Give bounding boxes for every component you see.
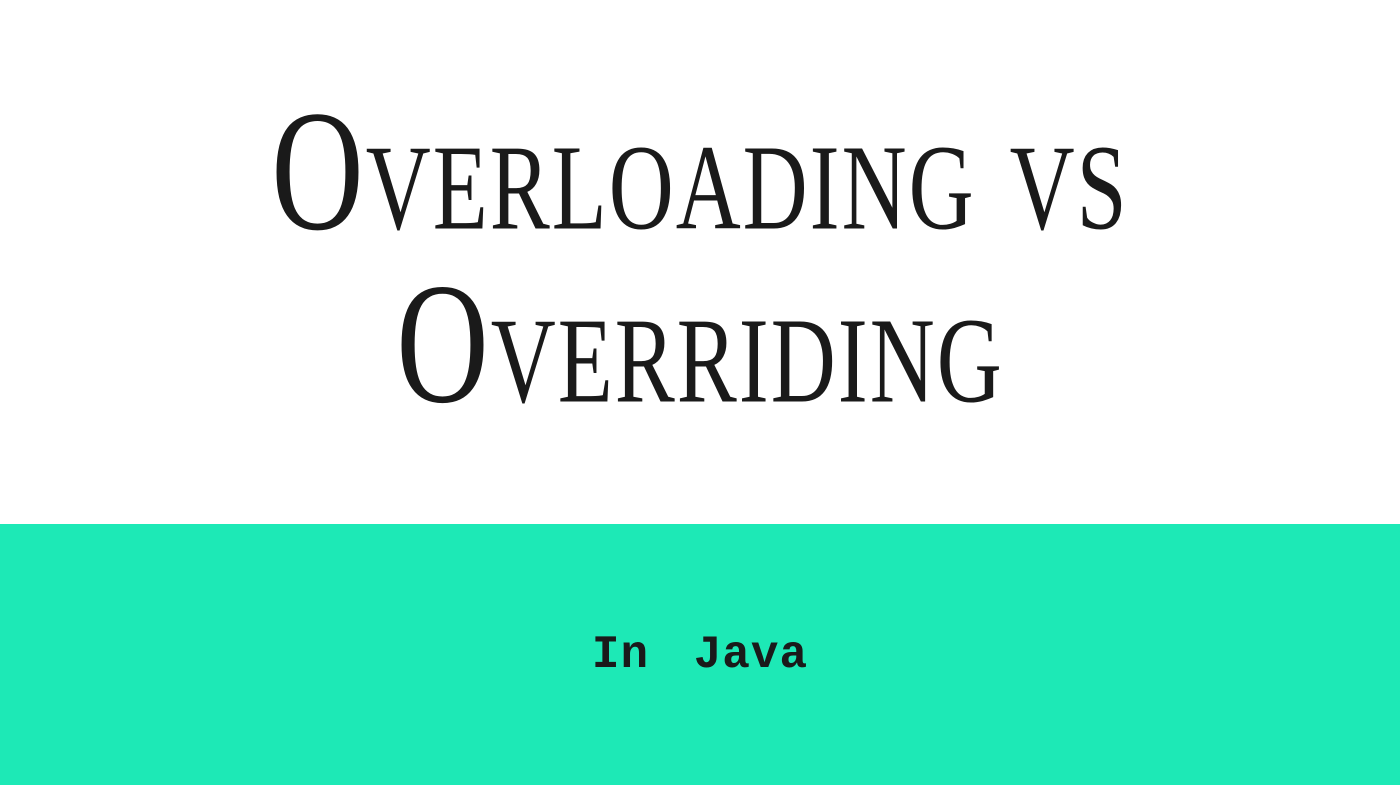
subtitle-section: In Java bbox=[0, 524, 1400, 785]
slide-subtitle: In Java bbox=[592, 629, 808, 681]
slide-title: Overloading vs Overriding bbox=[0, 84, 1400, 430]
presentation-slide: Overloading vs Overriding In Java bbox=[0, 0, 1400, 785]
title-section: Overloading vs Overriding bbox=[0, 0, 1400, 524]
